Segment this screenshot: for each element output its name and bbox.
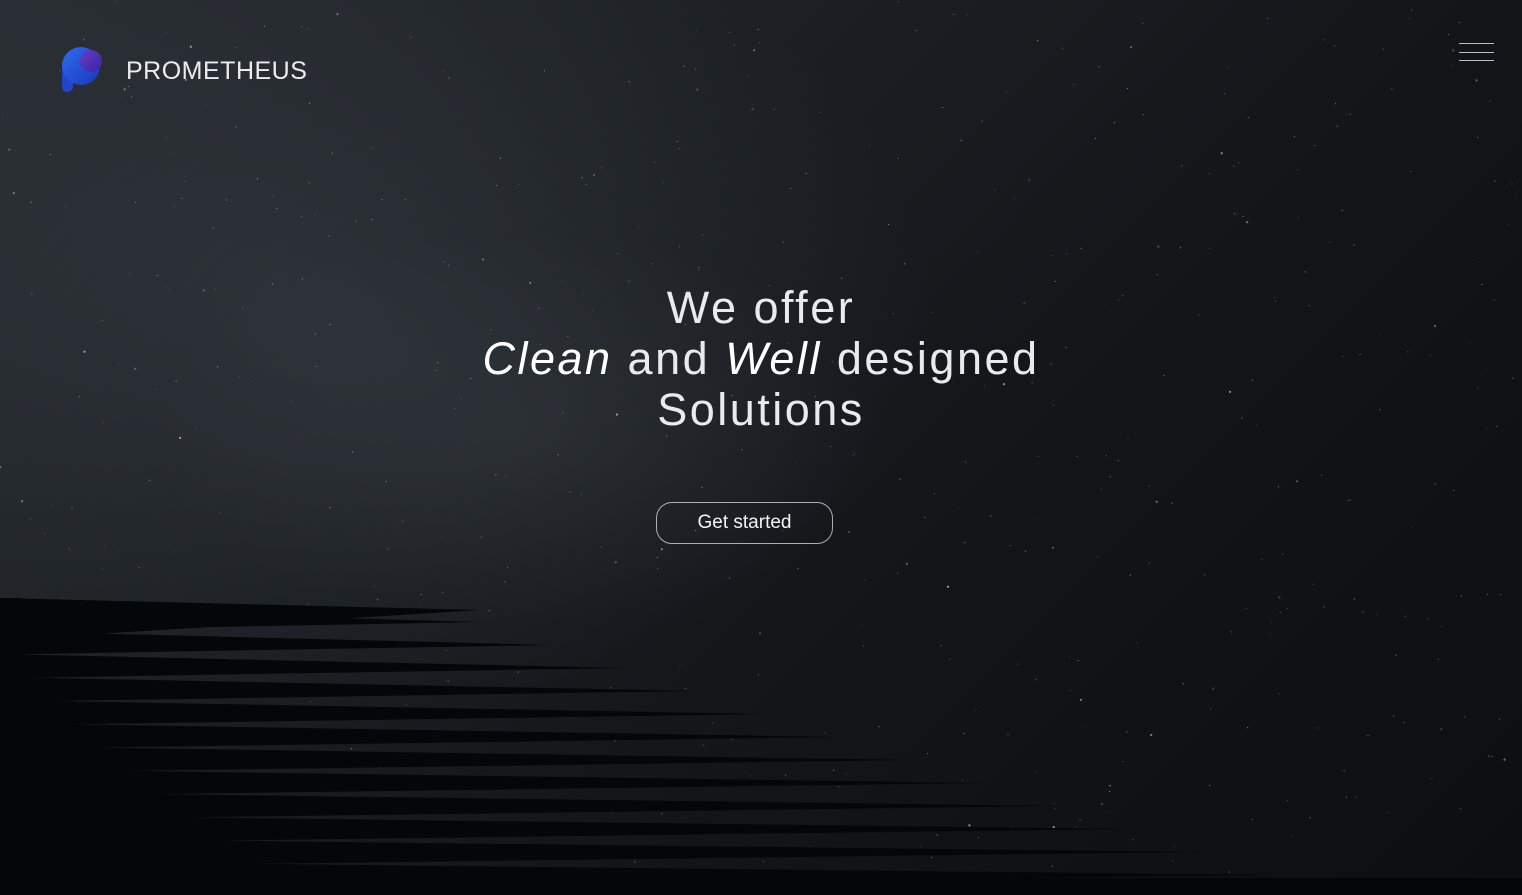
hero-word-clean: Clean xyxy=(482,333,613,384)
hero-word-designed: designed xyxy=(836,333,1040,384)
stripe xyxy=(0,838,1200,867)
stripe xyxy=(0,654,624,679)
get-started-button[interactable]: Get started xyxy=(656,502,833,544)
stripe xyxy=(0,815,1128,844)
stripe xyxy=(0,700,768,726)
hero-word-well: Well xyxy=(725,333,822,384)
hero-headline: We offer Clean and Well designed Solutio… xyxy=(0,282,1522,435)
prometheus-p-logo-icon xyxy=(62,47,102,92)
stripe xyxy=(0,631,552,655)
stripe xyxy=(0,677,696,702)
brand[interactable]: PROMETHEUS xyxy=(60,44,307,94)
stripe xyxy=(0,723,840,749)
hero-line-1: We offer xyxy=(666,282,856,333)
stripe xyxy=(0,878,1522,895)
hero-line-2: Clean and Well designed xyxy=(0,333,1522,384)
stripe xyxy=(0,769,984,797)
hero-line-3: Solutions xyxy=(657,384,865,435)
brand-name: PROMETHEUS xyxy=(126,56,308,85)
hamburger-menu-icon[interactable] xyxy=(1458,40,1496,66)
stripe xyxy=(0,746,912,773)
landing-page: PROMETHEUS We offer Clean and Well desig… xyxy=(0,0,1522,895)
stripe xyxy=(0,792,1056,820)
decorative-stripes xyxy=(0,598,1522,895)
hero-word-and: and xyxy=(627,333,711,384)
